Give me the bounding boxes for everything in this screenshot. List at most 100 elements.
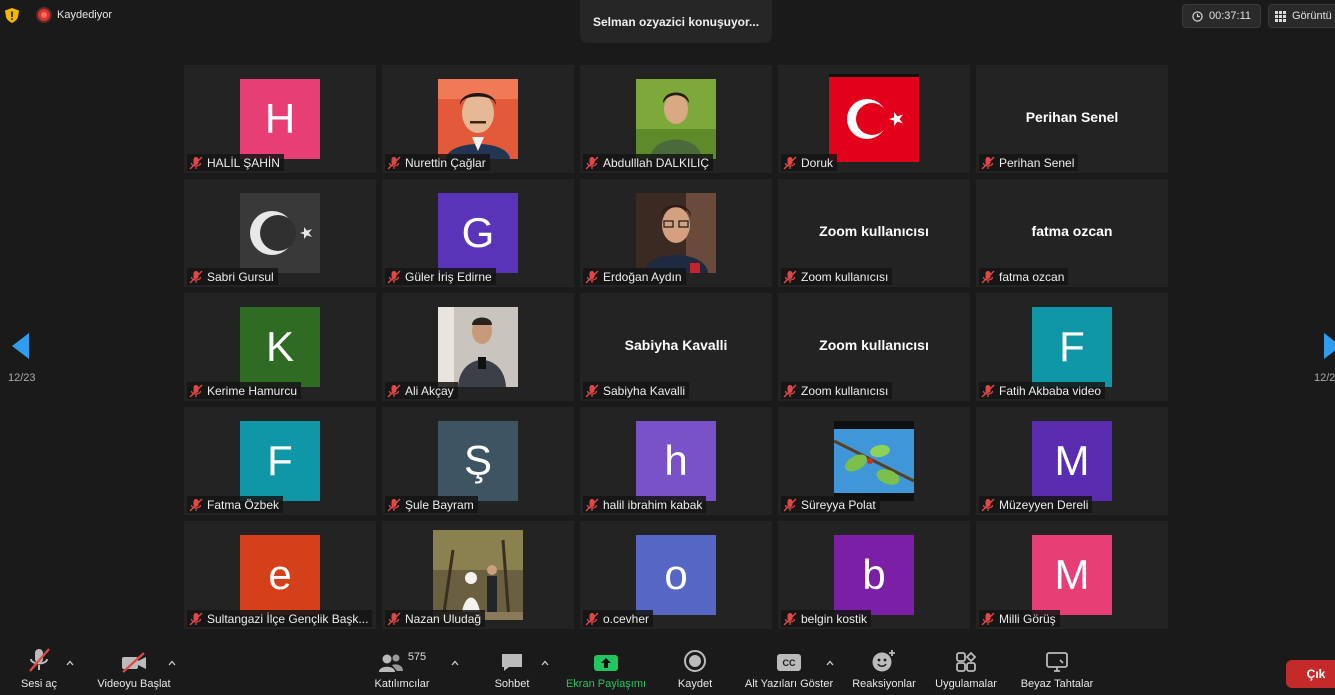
participant-tile[interactable]: Zoom kullanıcısı Zoom kullanıcısı	[778, 179, 970, 287]
timer-text: 00:37:11	[1208, 10, 1251, 22]
participant-name-label: Zoom kullanıcısı	[781, 268, 893, 285]
participant-tile[interactable]: h halil ibrahim kabak	[580, 407, 772, 515]
start-video-button[interactable]: Videoyu Başlat	[92, 645, 176, 695]
participant-tile[interactable]: o o.cevher	[580, 521, 772, 629]
participant-tile[interactable]: H HALİL ŞAHİN	[184, 65, 376, 173]
participant-display-name: Sabiyha Kavalli	[624, 337, 728, 353]
chat-button[interactable]: Sohbet	[490, 645, 534, 695]
participant-avatar: Ş	[438, 421, 518, 501]
recording-indicator[interactable]: Kaydediyor	[38, 9, 112, 21]
mic-muted-icon	[189, 270, 203, 283]
mic-muted-icon	[387, 498, 401, 511]
participant-avatar: o	[636, 535, 716, 615]
participant-avatar: H	[240, 79, 320, 159]
previous-page-button[interactable]: 12/23	[0, 296, 48, 396]
mic-muted-icon	[981, 270, 995, 283]
share-screen-label: Ekran Paylaşımı	[565, 678, 647, 690]
mic-muted-icon	[783, 612, 797, 625]
avatar-letter: F	[267, 437, 293, 484]
meeting-timer[interactable]: 00:37:11	[1182, 4, 1261, 28]
participant-tile[interactable]: Ş Şule Bayram	[382, 407, 574, 515]
unmute-button[interactable]: Sesi aç	[17, 645, 61, 695]
participant-name-label: Şule Bayram	[385, 496, 478, 513]
participant-avatar: G	[438, 193, 518, 273]
participant-avatar: F	[240, 421, 320, 501]
participant-avatar: M	[1032, 535, 1112, 615]
avatar-letter: G	[461, 209, 495, 256]
participant-name-label: o.cevher	[583, 610, 654, 627]
grid-view-icon	[1275, 10, 1286, 22]
participant-name-label: Süreyya Polat	[781, 496, 880, 513]
participant-name-label: Zoom kullanıcısı	[781, 382, 893, 399]
view-button[interactable]: Görüntü	[1268, 4, 1335, 28]
participant-tile[interactable]: Süreyya Polat	[778, 407, 970, 515]
participant-tile[interactable]: K Kerime Hamurcu	[184, 293, 376, 401]
participant-name: Zoom kullanıcısı	[801, 269, 889, 284]
captions-options-chevron-icon[interactable]	[826, 659, 834, 667]
participant-tile[interactable]: M Müzeyyen Dereli	[976, 407, 1168, 515]
avatar-letter: o	[664, 551, 688, 598]
end-meeting-button[interactable]: Çık	[1286, 660, 1335, 688]
participant-tile[interactable]: Zoom kullanıcısı Zoom kullanıcısı	[778, 293, 970, 401]
participant-tile[interactable]: Ali Akçay	[382, 293, 574, 401]
apps-button[interactable]: Uygulamalar	[930, 645, 1002, 695]
mic-muted-icon	[585, 270, 599, 283]
participant-tile[interactable]: b belgin kostik	[778, 521, 970, 629]
participant-tile[interactable]: Abdulllah DALKILIÇ	[580, 65, 772, 173]
participant-photo	[433, 530, 523, 620]
participant-tile[interactable]: Erdoğan Aydın	[580, 179, 772, 287]
arrow-left-icon	[12, 333, 29, 359]
participants-count: 575	[407, 651, 427, 663]
chat-options-chevron-icon[interactable]	[541, 659, 549, 667]
audio-options-chevron-icon[interactable]	[66, 659, 74, 667]
participant-tile[interactable]: Nurettin Çağlar	[382, 65, 574, 173]
participants-button[interactable]: 575 Katılımcılar	[370, 645, 434, 695]
apps-label: Uygulamalar	[935, 678, 997, 690]
captions-button[interactable]: CC Alt Yazıları Göster	[741, 645, 837, 695]
video-options-chevron-icon[interactable]	[168, 659, 176, 667]
participant-tile[interactable]: F Fatih Akbaba video	[976, 293, 1168, 401]
participant-name-label: Müzeyyen Dereli	[979, 496, 1093, 513]
whiteboard-label: Beyaz Tahtalar	[1020, 678, 1094, 690]
participant-photo	[829, 74, 919, 164]
participants-options-chevron-icon[interactable]	[451, 659, 459, 667]
mic-muted-icon	[387, 270, 401, 283]
active-speaker-banner: Selman ozyazici konuşuyor...	[580, 0, 772, 43]
participant-tile[interactable]: fatma ozcan fatma ozcan	[976, 179, 1168, 287]
participant-photo	[636, 193, 716, 273]
whiteboard-button[interactable]: Beyaz Tahtalar	[1016, 645, 1098, 695]
participant-name-label: Ali Akçay	[385, 382, 458, 399]
share-screen-button[interactable]: Ekran Paylaşımı	[562, 645, 650, 695]
participant-name: Fatih Akbaba video	[999, 383, 1102, 398]
participant-tile[interactable]: M Milli Görüş	[976, 521, 1168, 629]
participant-tile[interactable]: F Fatma Özbek	[184, 407, 376, 515]
arrow-right-icon	[1324, 333, 1335, 359]
participant-avatar: K	[240, 307, 320, 387]
mic-muted-icon	[981, 156, 995, 169]
participant-tile[interactable]: Sabiyha Kavalli Sabiyha Kavalli	[580, 293, 772, 401]
participant-tile[interactable]: e Sultangazi İlçe Gençlik Başk...	[184, 521, 376, 629]
mic-muted-icon	[981, 612, 995, 625]
mic-muted-icon	[189, 612, 203, 625]
participant-name: Perihan Senel	[999, 155, 1075, 170]
participant-tile[interactable]: Doruk	[778, 65, 970, 173]
participant-name-label: Sabiyha Kavalli	[583, 382, 690, 399]
reactions-button[interactable]: Reaksiyonlar	[849, 645, 919, 695]
participant-tile[interactable]: G Güler İriş Edirne	[382, 179, 574, 287]
participant-name: Doruk	[801, 155, 834, 170]
participant-name: Zoom kullanıcısı	[801, 383, 889, 398]
clock-icon	[1192, 10, 1203, 22]
participant-tile[interactable]: Nazan Uludağ	[382, 521, 574, 629]
next-page-button[interactable]: 12/23	[1300, 296, 1335, 396]
participant-name: Sabiyha Kavalli	[603, 383, 686, 398]
participant-tile[interactable]: Sabri Gursul	[184, 179, 376, 287]
page-indicator-right: 12/23	[1314, 372, 1335, 384]
record-button[interactable]: Kaydet	[672, 645, 718, 695]
participant-name-label: HALİL ŞAHİN	[187, 154, 284, 171]
avatar-letter: M	[1054, 551, 1090, 598]
security-shield-icon[interactable]	[5, 8, 19, 23]
participant-tile[interactable]: Perihan Senel Perihan Senel	[976, 65, 1168, 173]
mic-muted-icon	[387, 384, 401, 397]
participant-photo	[834, 421, 914, 501]
start-video-label: Videoyu Başlat	[97, 678, 171, 690]
